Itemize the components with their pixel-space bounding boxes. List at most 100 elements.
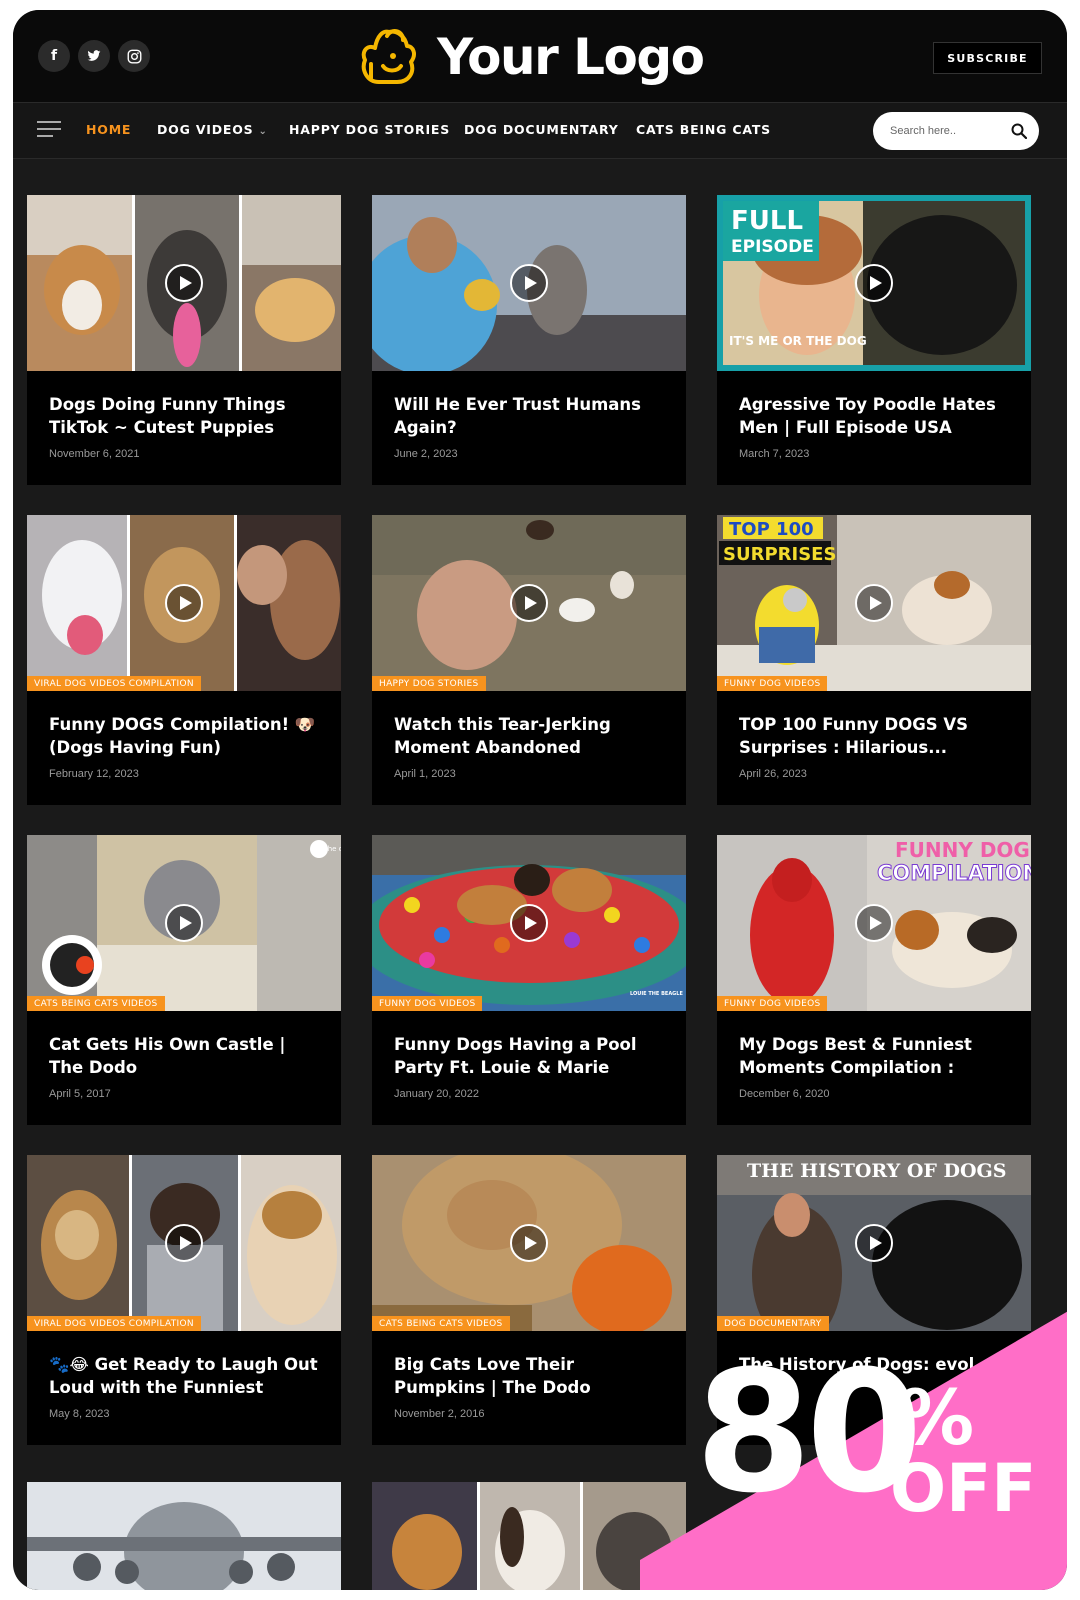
category-badge[interactable]: FUNNY DOG VIDEOS <box>717 676 828 691</box>
post-thumbnail[interactable] <box>27 1482 341 1590</box>
play-icon[interactable] <box>165 584 203 622</box>
post-card[interactable]: the dodo CATS BEING CATS VIDEOS Cat Gets… <box>27 835 341 1125</box>
post-thumbnail[interactable]: the dodo CATS BEING CATS VIDEOS <box>27 835 341 1011</box>
post-title[interactable]: Dogs Doing Funny Things TikTok ~ Cutest … <box>49 393 324 439</box>
post-date: November 2, 2016 <box>394 1408 485 1420</box>
post-title[interactable]: Funny DOGS Compilation! 🐶 (Dogs Having F… <box>49 713 324 759</box>
post-card[interactable] <box>372 1482 686 1590</box>
social-links: f <box>38 40 150 72</box>
play-icon[interactable] <box>855 904 893 942</box>
nav-item-cats-being-cats[interactable]: CATS BEING CATS <box>636 122 771 137</box>
post-date: April 26, 2023 <box>739 768 807 780</box>
thumb-overlay-text: COMPILATION <box>877 861 1031 885</box>
post-card[interactable]: FULL EPISODE IT'S ME OR THE DOG Agressiv… <box>717 195 1031 485</box>
post-title[interactable]: 🐾😂 Get Ready to Laugh Out Loud with the … <box>49 1353 324 1399</box>
post-card[interactable]: CATS BEING CATS VIDEOS Big Cats Love The… <box>372 1155 686 1445</box>
chevron-down-icon: ⌄ <box>258 126 268 137</box>
category-badge[interactable]: CATS BEING CATS VIDEOS <box>27 996 165 1011</box>
post-date: March 7, 2023 <box>739 448 810 460</box>
subscribe-button[interactable]: SUBSCRIBE <box>933 42 1042 74</box>
site-logo[interactable]: Your Logo <box>357 22 705 92</box>
post-title[interactable]: My Dogs Best & Funniest Moments Compilat… <box>739 1033 1014 1079</box>
play-icon[interactable] <box>165 1224 203 1262</box>
post-thumbnail[interactable]: THE HISTORY OF DOGS DOG DOCUMENTARY <box>717 1155 1031 1331</box>
post-date: November 6, 2021 <box>49 448 140 460</box>
logo-text: Your Logo <box>437 28 705 86</box>
play-icon[interactable] <box>165 264 203 302</box>
search-icon[interactable] <box>1011 123 1027 139</box>
play-icon[interactable] <box>510 264 548 302</box>
post-card[interactable] <box>27 1482 341 1590</box>
category-badge[interactable]: FUNNY DOG VIDEOS <box>717 996 828 1011</box>
post-thumbnail[interactable]: TOP 100 SURPRISES FUNNY DOG VIDEOS <box>717 515 1031 691</box>
post-date: December 6, 2020 <box>739 1088 830 1100</box>
main-nav: HOME DOG VIDEOS ⌄ HAPPY DOG STORIES DOG D… <box>13 102 1067 159</box>
play-icon[interactable] <box>510 584 548 622</box>
discount-number: 80 <box>695 1334 923 1530</box>
post-title[interactable]: Watch this Tear-Jerking Moment Abandoned… <box>394 713 669 759</box>
post-card[interactable]: LOUIE THE BEAGLE FUNNY DOG VIDEOS Funny … <box>372 835 686 1125</box>
play-icon[interactable] <box>855 1224 893 1262</box>
post-title[interactable]: Will He Ever Trust Humans Again? <box>394 393 669 439</box>
play-icon[interactable] <box>510 904 548 942</box>
post-thumbnail[interactable]: VIRAL DOG VIDEOS COMPILATION <box>27 515 341 691</box>
post-date: January 20, 2022 <box>394 1088 480 1100</box>
nav-item-happy-dog-stories[interactable]: HAPPY DOG STORIES <box>289 122 450 137</box>
category-badge[interactable]: VIRAL DOG VIDEOS COMPILATION <box>27 1316 201 1331</box>
nav-item-home[interactable]: HOME <box>86 122 131 137</box>
play-icon[interactable] <box>855 264 893 302</box>
thumb-overlay-text: THE HISTORY OF DOGS <box>747 1160 1006 1182</box>
post-thumbnail[interactable]: FUNNY DOGS COMPILATION FUNNY DOG VIDEOS <box>717 835 1031 1011</box>
post-thumbnail[interactable]: CATS BEING CATS VIDEOS <box>372 1155 686 1331</box>
post-date: April 5, 2017 <box>49 1088 111 1100</box>
post-thumbnail[interactable] <box>372 195 686 371</box>
menu-icon[interactable] <box>37 121 61 139</box>
post-thumbnail[interactable]: LOUIE THE BEAGLE FUNNY DOG VIDEOS <box>372 835 686 1011</box>
play-icon[interactable] <box>510 1224 548 1262</box>
post-card[interactable]: VIRAL DOG VIDEOS COMPILATION 🐾😂 Get Read… <box>27 1155 341 1445</box>
nav-item-dog-videos[interactable]: DOG VIDEOS ⌄ <box>157 122 268 137</box>
thumb-overlay-text: TOP 100 <box>729 519 814 540</box>
post-date: February 12, 2023 <box>49 768 139 780</box>
post-title[interactable]: Agressive Toy Poodle Hates Men | Full Ep… <box>739 393 1014 439</box>
post-thumbnail[interactable]: HAPPY DOG STORIES <box>372 515 686 691</box>
post-date: June 2, 2023 <box>394 448 458 460</box>
post-thumbnail[interactable]: FULL EPISODE IT'S ME OR THE DOG <box>717 195 1031 371</box>
category-badge[interactable]: FUNNY DOG VIDEOS <box>372 996 483 1011</box>
search-box <box>873 112 1039 150</box>
play-icon[interactable] <box>855 584 893 622</box>
post-date: May 8, 2023 <box>49 1408 110 1420</box>
post-card[interactable]: Will He Ever Trust Humans Again? June 2,… <box>372 195 686 485</box>
thumb-overlay-text: FULL <box>731 206 803 236</box>
search-input[interactable] <box>890 122 1000 140</box>
post-card[interactable]: FUNNY DOGS COMPILATION FUNNY DOG VIDEOS … <box>717 835 1031 1125</box>
post-thumbnail[interactable]: VIRAL DOG VIDEOS COMPILATION <box>27 1155 341 1331</box>
post-thumbnail[interactable] <box>27 195 341 371</box>
thumb-overlay-text: FUNNY DOGS <box>895 838 1031 862</box>
twitter-icon[interactable] <box>78 40 110 72</box>
post-title[interactable]: Cat Gets His Own Castle | The Dodo <box>49 1033 324 1079</box>
category-badge[interactable]: VIRAL DOG VIDEOS COMPILATION <box>27 676 201 691</box>
category-badge[interactable]: HAPPY DOG STORIES <box>372 676 486 691</box>
discount-off: OFF <box>890 1450 1037 1527</box>
category-badge[interactable]: DOG DOCUMENTARY <box>717 1316 829 1331</box>
post-title[interactable]: Big Cats Love Their Pumpkins | The Dodo <box>394 1353 669 1399</box>
post-card[interactable]: Dogs Doing Funny Things TikTok ~ Cutest … <box>27 195 341 485</box>
post-card[interactable]: VIRAL DOG VIDEOS COMPILATION Funny DOGS … <box>27 515 341 805</box>
post-card[interactable]: HAPPY DOG STORIES Watch this Tear-Jerkin… <box>372 515 686 805</box>
post-date: April 1, 2023 <box>394 768 456 780</box>
play-icon[interactable] <box>165 904 203 942</box>
facebook-icon[interactable]: f <box>38 40 70 72</box>
nav-item-label: DOG VIDEOS <box>157 122 254 137</box>
category-badge[interactable]: CATS BEING CATS VIDEOS <box>372 1316 510 1331</box>
thumb-overlay-text: LOUIE THE BEAGLE <box>630 991 683 997</box>
post-card[interactable]: TOP 100 SURPRISES FUNNY DOG VIDEOS TOP 1… <box>717 515 1031 805</box>
post-title[interactable]: TOP 100 Funny DOGS VS Surprises : Hilari… <box>739 713 1014 759</box>
post-thumbnail[interactable] <box>372 1482 686 1590</box>
post-title[interactable]: Funny Dogs Having a Pool Party Ft. Louie… <box>394 1033 669 1079</box>
thumb-overlay-text: IT'S ME OR THE DOG <box>729 334 867 348</box>
nav-item-dog-documentary[interactable]: DOG DOCUMENTARY <box>464 122 619 137</box>
instagram-icon[interactable] <box>118 40 150 72</box>
dog-logo-icon <box>361 29 416 84</box>
thumb-overlay-text: SURPRISES <box>723 544 836 565</box>
